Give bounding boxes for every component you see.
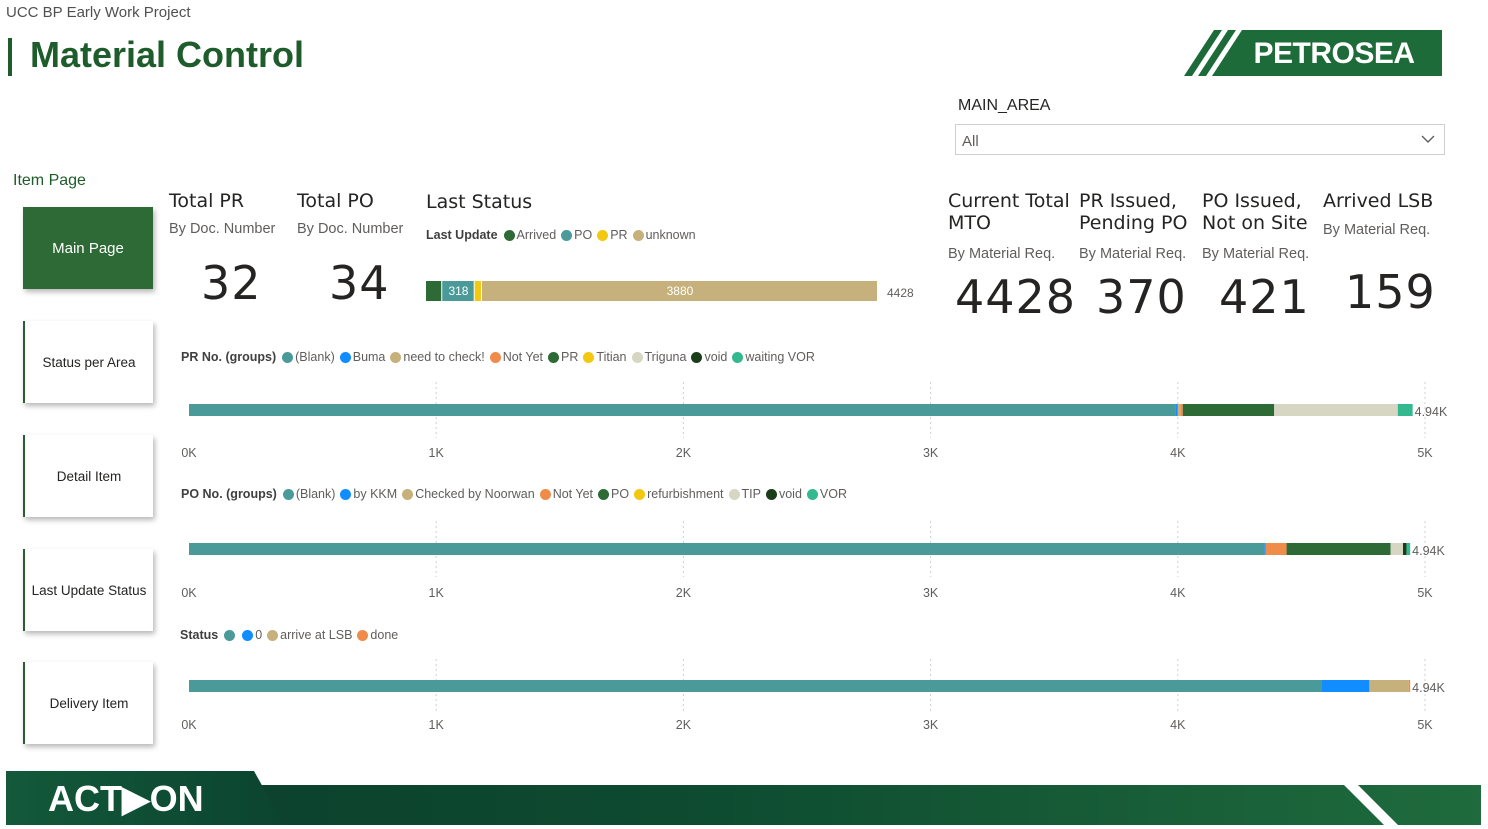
status-bar-segment — [189, 680, 1322, 692]
pr-groups-bar-segment — [1397, 404, 1413, 416]
po-groups-bar-segment — [1390, 543, 1403, 555]
pr-groups-tick-label: 3K — [923, 446, 939, 460]
last-status-bar-label: 318 — [448, 284, 468, 298]
status-bar-segment — [1408, 680, 1411, 692]
status-tick-label: 2K — [676, 718, 692, 732]
last-status-bar-label: 3880 — [667, 284, 694, 298]
status-tick-label: 1K — [429, 718, 445, 732]
po-groups-tick-label: 0K — [181, 586, 197, 600]
po-groups-tick-label: 3K — [923, 586, 939, 600]
pr-groups-bar-segment — [1175, 404, 1178, 416]
pr-groups-bar-segment — [1180, 404, 1183, 416]
po-groups-bar-segment — [1406, 543, 1411, 555]
status-tick-label: 5K — [1417, 718, 1433, 732]
last-status-bar-segment — [474, 281, 481, 301]
status-bar-segment — [1369, 680, 1409, 692]
po-groups-tick-label: 4K — [1170, 586, 1186, 600]
po-groups-tick-label: 2K — [676, 586, 692, 600]
po-groups-bar-segment — [1265, 543, 1287, 555]
status-tick-label: 4K — [1170, 718, 1186, 732]
pr-groups-tick-label: 1K — [429, 446, 445, 460]
last-status-bar-segment — [426, 281, 442, 301]
po-groups-bar-segment — [1286, 543, 1391, 555]
status-total-label: 4.94K — [1412, 681, 1445, 695]
status-bar-segment — [1321, 680, 1370, 692]
footer-brand-text: ACT▶ON — [48, 778, 204, 819]
pr-groups-bar-segment — [1182, 404, 1275, 416]
pr-groups-total-label: 4.94K — [1415, 405, 1448, 419]
po-groups-bar-segment — [1264, 543, 1266, 555]
pr-groups-tick-label: 2K — [676, 446, 692, 460]
pr-groups-bar-segment — [189, 404, 1176, 416]
pr-groups-tick-label: 5K — [1417, 446, 1433, 460]
pr-groups-bar-segment — [1177, 404, 1181, 416]
pr-groups-tick-label: 0K — [181, 446, 197, 460]
last-status-total-label: 4428 — [887, 286, 914, 300]
po-groups-tick-label: 1K — [429, 586, 445, 600]
pr-groups-tick-label: 4K — [1170, 446, 1186, 460]
status-tick-label: 3K — [923, 718, 939, 732]
charts-layer: 318 3880 4428 0K 1K 2K 3K 4K 5K 4.94K 0K 1K 2K 3K 4K 5K… — [181, 281, 1448, 732]
po-groups-total-label: 4.94K — [1412, 544, 1445, 558]
status-tick-label: 0K — [181, 718, 197, 732]
po-groups-tick-label: 5K — [1417, 586, 1433, 600]
pr-groups-bar-segment — [1274, 404, 1398, 416]
footer-banner: ACT▶ON — [6, 771, 1481, 825]
po-groups-bar-segment — [1402, 543, 1407, 555]
po-groups-bar-segment — [189, 543, 1265, 555]
